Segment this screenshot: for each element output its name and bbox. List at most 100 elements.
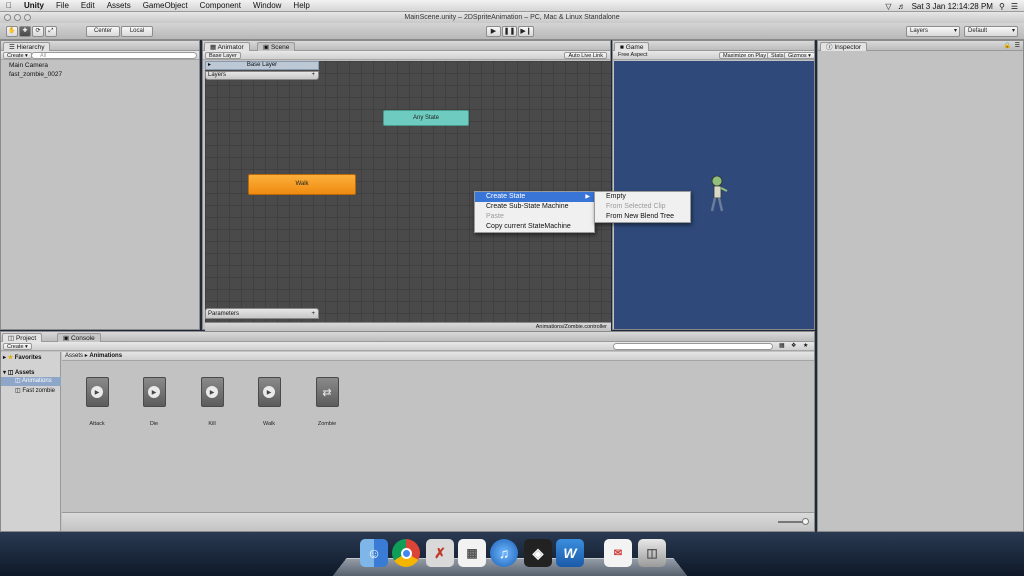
maximize-on-play-button[interactable]: Maximize on Play <box>719 52 771 59</box>
itunes-icon[interactable]: ♫ <box>490 539 518 567</box>
lock-icon[interactable]: 🔒 <box>1004 42 1011 49</box>
project-search-input[interactable] <box>613 343 773 350</box>
trash-icon[interactable]: ◫ <box>638 539 666 567</box>
tab-console[interactable]: ▣ Console <box>57 333 101 342</box>
animator-icon: ▦ <box>210 44 218 51</box>
assets-folder[interactable]: ▾ ◫ Assets <box>3 369 35 376</box>
move-tool-button[interactable]: ✚ <box>19 26 31 37</box>
menu-create-sub-state-machine[interactable]: Create Sub-State Machine <box>475 202 594 212</box>
hierarchy-item[interactable]: Main Camera <box>9 62 48 69</box>
project-create-button[interactable]: Create ▾ <box>3 343 32 350</box>
folder-icon: ◫ <box>7 370 14 376</box>
free-aspect-dropdown[interactable]: Free Aspect <box>615 52 715 59</box>
add-parameter-icon[interactable]: + <box>311 309 315 319</box>
menu-help[interactable]: Help <box>287 0 315 12</box>
step-button[interactable]: ▶❙ <box>518 26 534 37</box>
menu-window[interactable]: Window <box>247 0 287 12</box>
breadcrumb-animations[interactable]: Animations <box>89 353 122 359</box>
spotlight-icon[interactable]: ⚲ <box>999 2 1005 11</box>
tab-hierarchy[interactable]: ☰ Hierarchy <box>3 42 51 51</box>
panel-menu-icon[interactable]: ☰ <box>1015 42 1020 49</box>
unity-icon[interactable]: ◈ <box>524 539 552 567</box>
folder-icon: ◫ <box>15 378 23 384</box>
menu-gameobject[interactable]: GameObject <box>137 0 194 12</box>
volume-icon[interactable]: ♬ <box>898 2 906 11</box>
window-titlebar: MainScene.unity – 2DSpriteAnimation – PC… <box>0 12 1024 23</box>
asset-zombie-controller[interactable]: ⇄ Zombie <box>307 377 347 427</box>
menu-component[interactable]: Component <box>194 0 247 12</box>
tab-scene[interactable]: ▣ Scene <box>257 42 296 51</box>
list-icon[interactable]: ☰ <box>1011 2 1018 11</box>
menu-file[interactable]: File <box>50 0 75 12</box>
inspector-panel: ⓘ Inspector 🔒 ☰ <box>817 40 1024 532</box>
tab-inspector[interactable]: ⓘ Inspector <box>820 42 868 51</box>
layout-dropdown[interactable]: Default ▾ <box>964 26 1018 37</box>
any-state-node[interactable]: Any State <box>383 110 469 126</box>
auto-live-link-button[interactable]: Auto Live Link <box>564 52 607 59</box>
menu-from-new-blend-tree[interactable]: From New Blend Tree <box>595 212 690 222</box>
breadcrumb-base-layer[interactable]: Base Layer <box>205 52 241 59</box>
tab-animator[interactable]: ▦ Animator <box>204 42 250 51</box>
filter-label-icon[interactable]: ❖ <box>791 342 796 349</box>
asset-kill-clip[interactable]: ▶ Kill <box>192 377 232 427</box>
play-icon: ▶ <box>206 386 218 398</box>
gizmos-button[interactable]: Gizmos ▾ <box>784 52 815 59</box>
menu-app[interactable]: Unity <box>18 0 50 12</box>
play-icon: ▶ <box>91 386 103 398</box>
animator-panel: ▦ Animator ▣ Scene Base Layer Auto Live … <box>202 40 611 332</box>
hand-tool-button[interactable]: ✋ <box>6 26 18 37</box>
menu-copy-state-machine[interactable]: Copy current StateMachine <box>475 222 594 232</box>
zoom-window-icon[interactable] <box>24 14 31 21</box>
filter-type-icon[interactable]: ▦ <box>779 342 785 349</box>
chrome-icon[interactable] <box>392 539 420 567</box>
hierarchy-create-button[interactable]: Create ▾ <box>3 52 32 59</box>
play-button[interactable]: ▶ <box>486 26 501 37</box>
walk-state-node[interactable]: Walk <box>248 174 356 195</box>
close-window-icon[interactable] <box>4 14 11 21</box>
console-icon: ▣ <box>63 335 71 342</box>
rotate-tool-button[interactable]: ⟳ <box>32 26 44 37</box>
hierarchy-item[interactable]: fast_zombie_0027 <box>9 71 62 78</box>
base-layer-row[interactable]: ▸ Base Layer <box>205 61 319 70</box>
word-icon[interactable]: W <box>556 539 584 567</box>
icon-size-slider-thumb[interactable] <box>802 518 809 525</box>
menu-assets[interactable]: Assets <box>101 0 137 12</box>
favorite-star-icon[interactable]: ★ <box>803 342 808 349</box>
pivot-local-button[interactable]: Local <box>121 26 153 37</box>
pivot-center-button[interactable]: Center <box>86 26 120 37</box>
center-label: Center <box>93 28 112 34</box>
mail-icon[interactable]: ✉ <box>604 539 632 567</box>
asset-walk-clip[interactable]: ▶ Walk <box>249 377 289 427</box>
asset-attack-clip[interactable]: ▶ Attack <box>77 377 117 427</box>
menu-empty[interactable]: Empty <box>595 192 690 202</box>
scale-tool-button[interactable]: ⤢ <box>45 26 57 37</box>
clock[interactable]: Sat 3 Jan 12:14:28 PM <box>912 2 993 11</box>
tab-project[interactable]: ◫ Project <box>2 333 43 342</box>
hierarchy-search-input[interactable]: All <box>31 52 197 59</box>
asset-die-clip[interactable]: ▶ Die <box>134 377 174 427</box>
assets-grid: ▶ Attack ▶ Die ▶ Kill ▶ Walk ⇄ Zombie <box>62 362 814 512</box>
pdf-app-icon[interactable]: ✗ <box>426 539 454 567</box>
finder-icon[interactable]: ☺ <box>360 539 388 567</box>
menu-edit[interactable]: Edit <box>75 0 101 12</box>
favorites-item[interactable]: ▸ ★ Favorites <box>3 354 41 361</box>
scene-icon: ▣ <box>263 44 271 51</box>
wifi-icon[interactable]: ▽ <box>885 2 891 11</box>
breadcrumb-assets[interactable]: Assets <box>65 353 83 359</box>
animator-context-menu: Create State ▶ Create Sub-State Machine P… <box>474 191 595 233</box>
pause-button[interactable]: ❚❚ <box>502 26 517 37</box>
layers-dropdown[interactable]: Layers ▾ <box>906 26 960 37</box>
menu-create-state[interactable]: Create State ▶ <box>475 192 594 202</box>
play-icon: ▶ <box>263 386 275 398</box>
menu-from-selected-clip: From Selected Clip <box>606 203 666 210</box>
launchpad-icon[interactable]: ▦ <box>458 539 486 567</box>
animations-folder[interactable]: ◫ Animations <box>1 377 61 386</box>
animator-controller-icon: ⇄ <box>322 386 332 399</box>
minimize-window-icon[interactable] <box>14 14 21 21</box>
apple-icon[interactable]:  <box>0 0 18 12</box>
tab-game[interactable]: ■ Game <box>614 42 650 51</box>
project-panel: ◫ Project ▣ Console Create ▾ ▦ ❖ ★ ▸ ★ F… <box>0 331 815 532</box>
add-layer-icon[interactable]: + <box>311 72 315 79</box>
folder-icon: ◫ <box>8 335 16 342</box>
fast-zombie-folder[interactable]: ◫ Fast zombie <box>15 387 55 394</box>
